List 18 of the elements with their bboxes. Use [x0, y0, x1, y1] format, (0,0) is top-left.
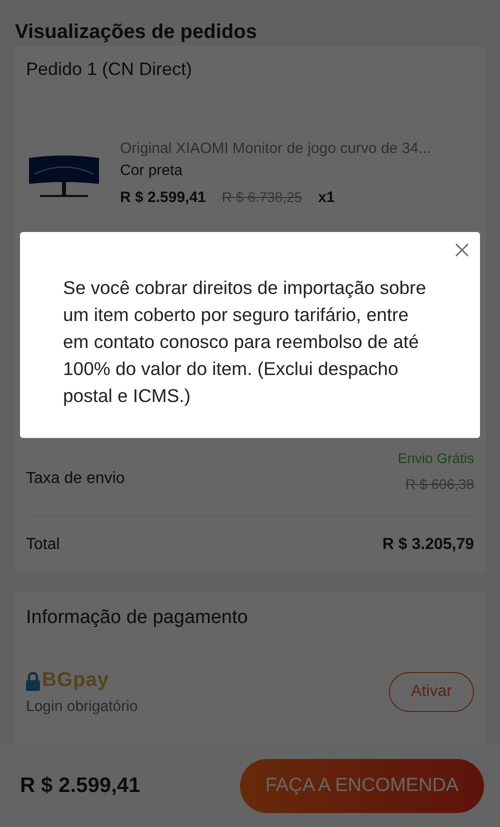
total-price: R $ 2.599,41 [20, 774, 140, 798]
place-order-button[interactable]: FAÇA A ENCOMENDA [240, 759, 484, 813]
login-note: Login obrigatório [26, 698, 138, 715]
payment-title: Informação de pagamento [26, 606, 249, 629]
total-label: Total [26, 536, 60, 554]
brand-logo-text: BGpay [42, 669, 109, 692]
free-shipping-label: Envio Grátis [398, 450, 474, 466]
lock-icon [26, 670, 40, 690]
product-variant: Cor preta [120, 161, 184, 181]
activate-button[interactable]: Ativar [389, 672, 474, 712]
product-price: R $ 2.599,41 [120, 188, 206, 208]
page-title: Visualizações de pedidos [14, 20, 258, 45]
order-title: Pedido 1 (CN Direct) [26, 58, 194, 81]
dialog-message: Se você cobrar direitos de importação sobre um item coberto por seguro tarifário, entre em contato conosco para reembolso de até 100% do valor do item. (Exclui despacho postal e ICMS.) [63, 276, 427, 408]
total-value: R $ 3.205,79 [382, 536, 474, 554]
quantity: x1 [318, 188, 335, 208]
shipping-label: Taxa de envio [26, 469, 125, 489]
close-button[interactable] [453, 241, 471, 259]
